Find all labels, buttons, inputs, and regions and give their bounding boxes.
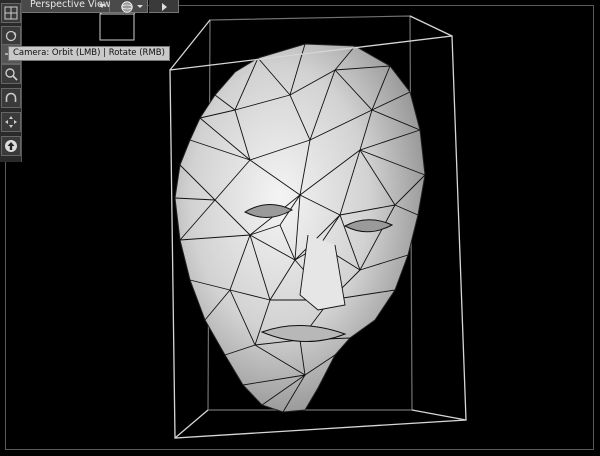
head-mesh <box>174 43 426 413</box>
up-arrow-button[interactable] <box>1 136 21 156</box>
zoom-icon <box>5 68 18 81</box>
camera-orbit-button[interactable] <box>1 26 21 46</box>
camera-tooltip: Camera: Orbit (LMB) | Rotate (RMB) <box>8 46 170 61</box>
chevron-down-icon <box>99 4 105 8</box>
zoom-button[interactable] <box>1 64 21 84</box>
up-arrow-icon <box>5 140 17 152</box>
view-grid-icon <box>4 6 18 20</box>
play-button[interactable] <box>149 0 179 13</box>
shading-mode-button[interactable] <box>110 0 148 13</box>
sphere-shading-icon <box>121 1 133 13</box>
camera-rotate-button[interactable] <box>1 88 21 108</box>
pan-arrows-icon <box>5 116 17 128</box>
pan-button[interactable] <box>1 112 21 132</box>
chevron-down-icon <box>137 5 143 8</box>
viewport-toolbar <box>0 0 22 162</box>
view-grid-button[interactable] <box>1 3 21 23</box>
play-icon <box>162 3 167 11</box>
camera-rotate-icon <box>5 92 17 102</box>
camera-orbit-icon <box>5 30 17 42</box>
3d-viewport[interactable]: Perspective View Camera: Orbit (LMB) | R… <box>0 0 600 456</box>
view-mode-dropdown[interactable]: Perspective View <box>22 0 111 13</box>
scene-canvas[interactable] <box>0 0 600 456</box>
